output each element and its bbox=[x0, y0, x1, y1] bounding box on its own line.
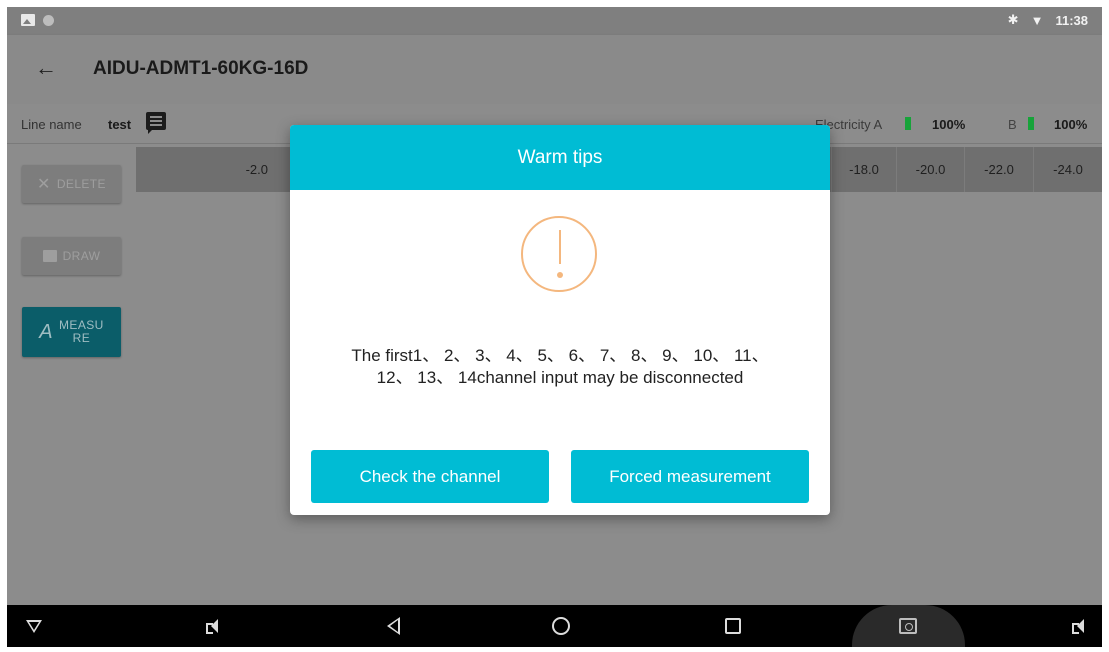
back-arrow-icon[interactable]: ← bbox=[35, 57, 57, 79]
dialog-title: Warm tips bbox=[290, 125, 830, 190]
battery-b-percent: 100% bbox=[1054, 117, 1088, 132]
battery-b-icon bbox=[1028, 117, 1034, 130]
hide-nav-icon bbox=[26, 619, 42, 633]
measure-button-label: MEASU RE bbox=[59, 319, 104, 345]
page-title: AIDU-ADMT1-60KG-16D bbox=[93, 58, 309, 79]
delete-button[interactable]: ✕ DELETE bbox=[22, 165, 121, 203]
line-name-label: Line name bbox=[21, 117, 82, 132]
draw-button-label: DRAW bbox=[62, 249, 101, 263]
home-button[interactable] bbox=[548, 613, 574, 639]
table-header-cell: -2.0 bbox=[245, 162, 268, 177]
status-time: 11:38 bbox=[1055, 12, 1088, 28]
screenshot-button[interactable] bbox=[895, 613, 921, 639]
battery-a-icon bbox=[905, 117, 911, 130]
line-name-value: test bbox=[108, 117, 132, 132]
battery-a-percent: 100% bbox=[932, 117, 966, 132]
image-icon bbox=[42, 250, 57, 262]
delete-button-label: DELETE bbox=[56, 177, 106, 191]
table-header-cell: -22.0 bbox=[964, 147, 1033, 192]
recent-apps-icon bbox=[725, 618, 741, 634]
volume-up-button[interactable] bbox=[1067, 613, 1093, 639]
dialog-message: The first1、 2、 3、 4、 5、 6、 7、 8、 9、 10、 … bbox=[310, 345, 810, 389]
close-icon: ✕ bbox=[37, 176, 51, 193]
table-header-cell: -18.0 bbox=[831, 147, 896, 192]
notification-dot-icon bbox=[43, 14, 54, 26]
volume-down-button[interactable] bbox=[201, 613, 227, 639]
recent-apps-button[interactable] bbox=[720, 613, 746, 639]
warning-icon bbox=[521, 216, 597, 292]
forced-measurement-button[interactable]: Forced measurement bbox=[571, 450, 809, 503]
volume-up-icon bbox=[1072, 618, 1088, 634]
app-screen: ✱ ▼ 11:38 ← AIDU-ADMT1-60KG-16D Line nam… bbox=[7, 7, 1102, 647]
status-bar: ✱ ▼ 11:38 bbox=[7, 7, 1102, 35]
hide-nav-button[interactable] bbox=[21, 613, 47, 639]
home-icon bbox=[552, 617, 570, 635]
message-icon[interactable] bbox=[146, 112, 166, 134]
app-bar: ← AIDU-ADMT1-60KG-16D bbox=[7, 35, 1102, 104]
battery-b-label: B bbox=[1008, 117, 1017, 132]
wifi-icon: ▼ bbox=[1030, 12, 1044, 28]
table-header-cell: -24.0 bbox=[1033, 147, 1102, 192]
measure-wave-icon: A bbox=[39, 320, 54, 343]
dialog-message-line1: The first1、 2、 3、 4、 5、 6、 7、 8、 9、 10、 … bbox=[351, 346, 769, 365]
back-nav-icon bbox=[386, 617, 400, 635]
navigation-bar bbox=[7, 605, 1102, 647]
warm-tips-dialog: Warm tips The first1、 2、 3、 4、 5、 6、 7、 … bbox=[290, 125, 830, 515]
screenshot-icon bbox=[899, 618, 917, 634]
measure-label-line1: MEASU bbox=[59, 318, 104, 332]
gallery-notification-icon bbox=[21, 14, 35, 26]
bluetooth-icon: ✱ bbox=[1007, 12, 1019, 27]
measure-label-line2: RE bbox=[72, 331, 91, 345]
check-channel-button[interactable]: Check the channel bbox=[311, 450, 549, 503]
volume-down-icon bbox=[206, 618, 222, 634]
table-header-cell: -20.0 bbox=[896, 147, 964, 192]
draw-button[interactable]: DRAW bbox=[22, 237, 121, 275]
measure-button[interactable]: A MEASU RE bbox=[22, 307, 121, 357]
dialog-message-line2: 12、 13、 14channel input may be disconnec… bbox=[376, 368, 744, 387]
back-nav-button[interactable] bbox=[380, 613, 406, 639]
